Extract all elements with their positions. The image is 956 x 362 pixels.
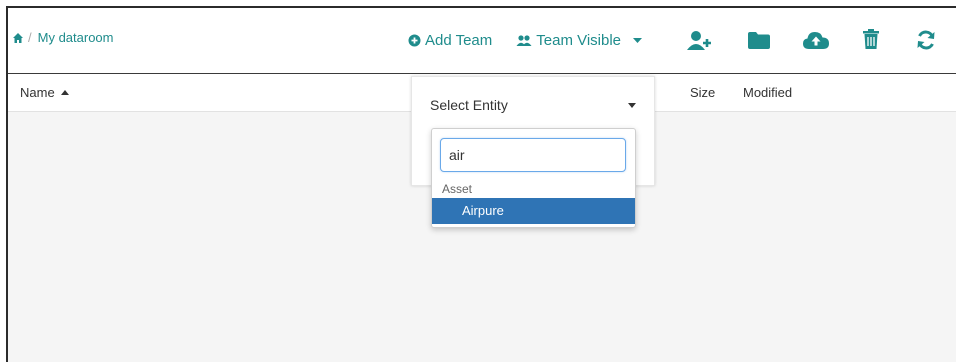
team-visible-dropdown[interactable]: Team Visible [516, 32, 643, 49]
team-visible-label: Team Visible [536, 32, 622, 49]
plus-circle-icon [408, 34, 421, 47]
option-group-asset: Asset [442, 182, 473, 196]
add-user-icon[interactable] [687, 30, 713, 55]
add-team-button[interactable]: Add Team [408, 32, 492, 49]
breadcrumb: / My dataroom [12, 30, 114, 45]
chevron-down-icon [633, 37, 643, 44]
caret-down-icon [628, 103, 636, 108]
column-header-name[interactable]: Name [20, 85, 69, 100]
folder-icon[interactable] [748, 32, 770, 54]
refresh-icon[interactable] [916, 30, 936, 55]
breadcrumb-my-dataroom[interactable]: My dataroom [38, 30, 114, 45]
breadcrumb-separator: / [28, 30, 32, 45]
select-entity-dropdown[interactable]: Select Entity [430, 97, 636, 113]
app-frame: / My dataroom Add Team Team Visible Name… [6, 6, 956, 362]
home-icon[interactable] [12, 32, 24, 44]
add-team-label: Add Team [425, 32, 493, 49]
users-icon [516, 34, 532, 47]
column-name-label: Name [20, 85, 55, 100]
column-header-modified[interactable]: Modified [743, 85, 792, 100]
select-entity-label: Select Entity [430, 97, 508, 113]
sort-ascending-icon [60, 90, 69, 95]
option-airpure[interactable]: Airpure [432, 198, 635, 224]
trash-icon[interactable] [863, 29, 879, 54]
toolbar: Add Team Team Visible [408, 32, 643, 49]
entity-search-input[interactable] [440, 138, 626, 172]
entity-dropdown-menu: Asset Airpure [431, 128, 636, 228]
column-header-size[interactable]: Size [690, 85, 715, 100]
cloud-upload-icon[interactable] [803, 30, 829, 55]
top-bar: / My dataroom Add Team Team Visible [8, 8, 956, 74]
